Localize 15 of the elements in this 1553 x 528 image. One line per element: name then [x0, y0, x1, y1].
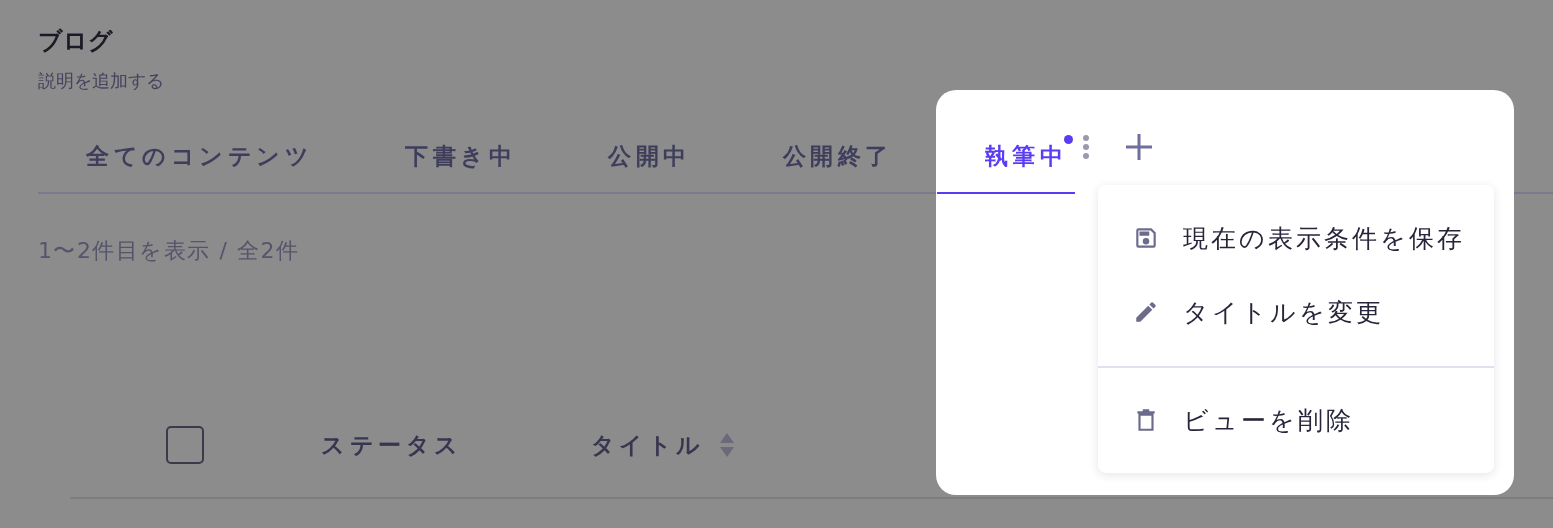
- page-description[interactable]: 説明を追加する: [38, 68, 164, 94]
- menu-item[interactable]: タイトルを変更: [1098, 275, 1494, 349]
- menu-item[interactable]: 現在の表示条件を保存: [1098, 201, 1494, 275]
- select-all-checkbox[interactable]: [166, 426, 204, 464]
- column-header: タイトル: [590, 430, 705, 460]
- pencil-icon: [1133, 299, 1159, 325]
- view-tab[interactable]: 公開中: [560, 94, 735, 194]
- menu-item[interactable]: ビューを削除: [1098, 383, 1494, 457]
- page-title: ブログ: [38, 26, 113, 56]
- view-tab[interactable]: 全てのコンテンツ: [38, 94, 357, 194]
- view-tab[interactable]: 下書き中: [357, 94, 560, 194]
- column-header: ステータス: [321, 430, 463, 460]
- view-tab[interactable]: 公開終了: [734, 94, 937, 194]
- save-icon: [1133, 225, 1159, 251]
- result-count: 1〜2件目を表示 / 全2件: [38, 237, 300, 265]
